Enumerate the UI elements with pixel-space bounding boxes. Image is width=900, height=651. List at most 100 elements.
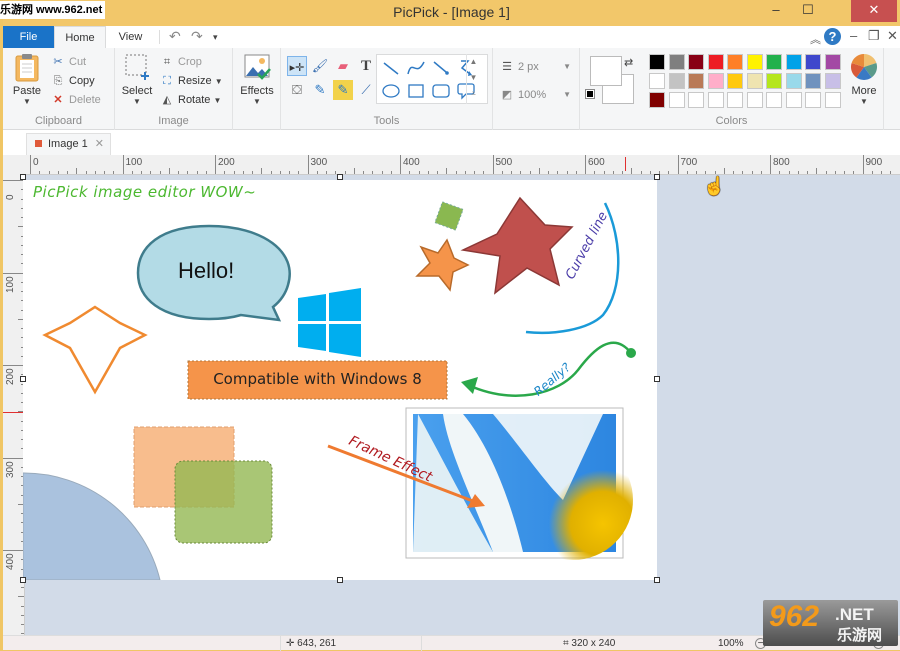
cut-button[interactable]: ✂Cut xyxy=(50,53,86,71)
shapes-scrollbar[interactable]: ▲ ▼ ⩡ xyxy=(466,54,480,104)
color-swatch[interactable] xyxy=(766,54,782,70)
doc-close-icon[interactable]: ✕ xyxy=(887,28,898,44)
more-colors-button[interactable]: More ▼ xyxy=(846,52,882,106)
color-swatch[interactable] xyxy=(669,92,685,108)
tab-view[interactable]: View xyxy=(108,26,153,48)
shapes-scroll-down[interactable]: ▼ xyxy=(467,70,480,86)
primary-color[interactable] xyxy=(590,56,622,86)
select-move-tool[interactable]: ▸✛ xyxy=(287,56,307,76)
select-button[interactable]: Select ▼ xyxy=(119,52,155,106)
color-swatch[interactable] xyxy=(688,54,704,70)
color-swatch[interactable] xyxy=(747,92,763,108)
delete-button[interactable]: ✕Delete xyxy=(50,91,101,109)
resize-handle-bottom-right[interactable] xyxy=(654,577,660,583)
shapes-scroll-up[interactable]: ▲ xyxy=(467,54,480,70)
color-swatch[interactable] xyxy=(708,92,724,108)
color-swatch[interactable] xyxy=(747,73,763,89)
maximize-button[interactable]: ☐ xyxy=(793,0,823,22)
color-swatch[interactable] xyxy=(669,54,685,70)
resize-handle-top-right[interactable] xyxy=(654,174,660,180)
color-swatch[interactable] xyxy=(708,73,724,89)
color-swatch[interactable] xyxy=(727,73,743,89)
color-swatch[interactable] xyxy=(805,92,821,108)
swap-colors-icon[interactable]: ⇄ xyxy=(624,56,633,69)
color-swatch[interactable] xyxy=(825,92,841,108)
logo-cn: 乐游网 xyxy=(837,624,882,645)
resize-handle-right[interactable] xyxy=(654,376,660,382)
color-swatch[interactable] xyxy=(747,54,763,70)
effects-button[interactable]: Effects ▼ xyxy=(237,52,277,106)
color-swatch[interactable] xyxy=(727,54,743,70)
crop-button[interactable]: ⌗Crop xyxy=(159,53,202,71)
color-swatch[interactable] xyxy=(786,92,802,108)
select-label: Select xyxy=(119,85,155,97)
collapse-ribbon-icon[interactable]: ︽ xyxy=(810,31,821,47)
ruler-label: 200 xyxy=(5,368,16,385)
brush-tool[interactable]: 🖌 xyxy=(310,56,330,76)
color-swatch[interactable] xyxy=(805,54,821,70)
color-swatch[interactable] xyxy=(825,73,841,89)
tab-home[interactable]: Home xyxy=(54,26,106,48)
resize-handle-bottom-left[interactable] xyxy=(20,577,26,583)
ruler-tick xyxy=(400,155,401,174)
resize-handle-top[interactable] xyxy=(337,174,343,180)
rounded-rectangle-shape-icon[interactable] xyxy=(431,81,451,101)
color-swatch[interactable] xyxy=(766,92,782,108)
color-swatch[interactable] xyxy=(688,92,704,108)
rotate-button[interactable]: ◭Rotate ▼ xyxy=(159,91,221,109)
color-swatch[interactable] xyxy=(688,73,704,89)
eraser-tool[interactable]: ▰ xyxy=(333,56,353,76)
doc-restore-icon[interactable]: ❐ xyxy=(868,28,880,44)
fill-tool[interactable]: ⛋ xyxy=(287,80,307,100)
close-button[interactable]: ✕ xyxy=(851,0,897,22)
line-shape-icon[interactable] xyxy=(381,58,401,78)
doc-minimize-icon[interactable]: – xyxy=(850,28,857,43)
ellipse-shape-icon[interactable] xyxy=(381,81,401,101)
color-swatch[interactable] xyxy=(786,54,802,70)
redo-icon[interactable]: ↷ xyxy=(191,28,203,45)
highlighter-tool[interactable]: ✎ xyxy=(333,80,353,100)
color-swatch[interactable] xyxy=(649,92,665,108)
watermark-text: 乐游网 www.962.net xyxy=(0,1,105,19)
tab-file[interactable]: File xyxy=(3,26,54,48)
ruler-tick xyxy=(3,550,24,551)
undo-icon[interactable]: ↶ xyxy=(169,28,181,45)
copy-button[interactable]: ⎘Copy xyxy=(50,72,95,90)
document-tab-close-icon[interactable]: ✕ xyxy=(95,134,104,154)
green-rounded-square-shape xyxy=(175,461,272,543)
color-swatch[interactable] xyxy=(669,73,685,89)
color-picker-tool[interactable]: ⟋ xyxy=(356,80,376,100)
curve-shape-icon[interactable] xyxy=(406,58,426,78)
quick-access-dropdown[interactable]: ▾ xyxy=(213,32,218,43)
color-swatch[interactable] xyxy=(805,73,821,89)
resize-handle-left[interactable] xyxy=(20,376,26,382)
rectangle-shape-icon[interactable] xyxy=(406,81,426,101)
document-tab-image-1[interactable]: Image 1 ✕ xyxy=(26,133,111,155)
color-swatch[interactable] xyxy=(825,54,841,70)
color-swatch[interactable] xyxy=(766,73,782,89)
resize-button[interactable]: ⛶Resize ▼ xyxy=(159,72,223,90)
stroke-width-dropdown[interactable]: ☰2 px▼ xyxy=(499,58,575,76)
text-tool[interactable]: T xyxy=(356,56,376,76)
color-swatch[interactable] xyxy=(708,54,724,70)
arrow-shape-icon[interactable] xyxy=(431,58,451,78)
pen-tool[interactable]: ✎ xyxy=(310,80,330,100)
resize-handle-bottom[interactable] xyxy=(337,577,343,583)
clipboard-group: Paste ▼ ✂Cut ⎘Copy ✕Delete Clipboard xyxy=(3,48,115,130)
paste-button[interactable]: Paste ▼ xyxy=(9,52,45,106)
ruler-tick xyxy=(271,171,272,174)
reset-colors-icon[interactable] xyxy=(586,90,594,98)
more-colors-dropdown-icon: ▼ xyxy=(846,97,882,106)
shapes-expand[interactable]: ⩡ xyxy=(467,86,480,102)
color-swatch[interactable] xyxy=(727,92,743,108)
ruler-label: 500 xyxy=(496,157,513,168)
color-swatch[interactable] xyxy=(786,73,802,89)
color-swatch[interactable] xyxy=(649,73,665,89)
opacity-dropdown[interactable]: ◩100%▼ xyxy=(499,86,575,104)
color-swatch[interactable] xyxy=(649,54,665,70)
minimize-button[interactable]: – xyxy=(761,0,791,22)
resize-handle-top-left[interactable] xyxy=(20,174,26,180)
green-arrowhead xyxy=(461,377,478,394)
help-icon[interactable]: ? xyxy=(824,28,841,45)
image-canvas[interactable]: PicPick image editor WOW~ Hello! Compati… xyxy=(23,180,657,580)
